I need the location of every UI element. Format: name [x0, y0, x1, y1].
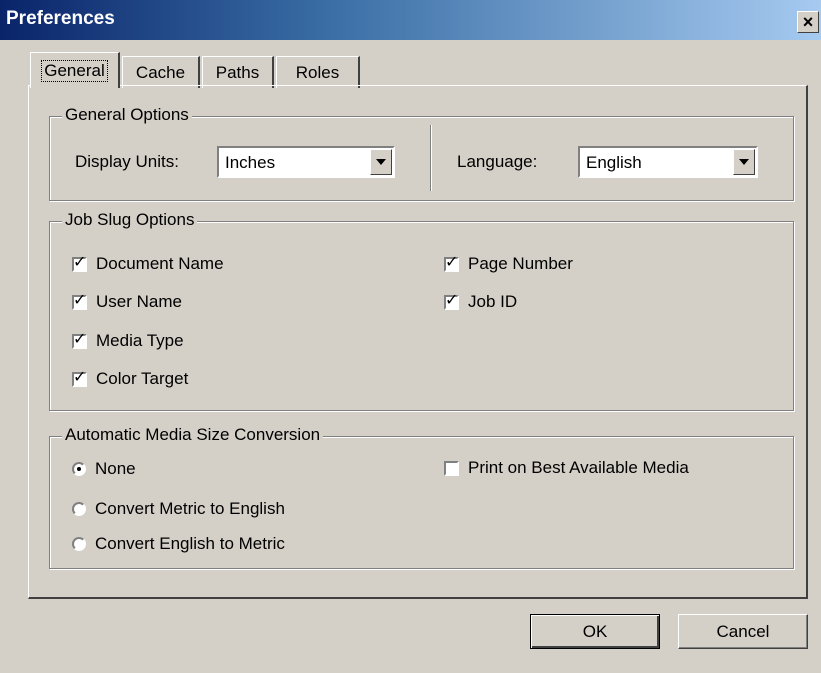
language-label: Language: — [457, 152, 538, 171]
close-icon: × — [802, 12, 814, 32]
display-units-select[interactable]: Inches — [217, 146, 395, 178]
checkbox-box: ✓ — [444, 291, 459, 310]
checkmark-icon: ✓ — [73, 253, 87, 271]
checkbox-job-id[interactable]: ✓ Job ID — [444, 292, 517, 312]
divider — [430, 125, 432, 191]
tab-panel-general: General Options Display Units: Inches La… — [28, 85, 808, 599]
radio-selected-dot — [77, 467, 81, 471]
media-size-conversion-group: Automatic Media Size Conversion None Con… — [49, 425, 794, 569]
radio-convert-metric-to-english[interactable]: Convert Metric to English — [72, 499, 285, 519]
dropdown-button[interactable] — [370, 149, 392, 175]
window-title: Preferences — [6, 8, 115, 29]
checkmark-icon: ✓ — [445, 291, 459, 309]
tab-label: Roles — [295, 62, 340, 82]
checkmark-icon: ✓ — [73, 368, 87, 386]
job-slug-options-group: Job Slug Options ✓ Document Name ✓ User … — [49, 210, 794, 411]
radio-label: Convert Metric to English — [95, 499, 285, 518]
tab-label: Paths — [215, 62, 260, 82]
tab-general[interactable]: General — [30, 52, 120, 88]
radio-label: Convert English to Metric — [95, 534, 285, 553]
title-bar: Preferences × — [0, 0, 821, 40]
chevron-down-icon — [739, 159, 749, 165]
cancel-button[interactable]: Cancel — [678, 614, 808, 649]
dropdown-button[interactable] — [733, 149, 755, 175]
checkbox-box: ✓ — [72, 253, 87, 272]
tab-label: Cache — [135, 62, 186, 82]
checkbox-box: ✓ — [72, 330, 87, 349]
checkbox-label: Document Name — [96, 254, 224, 273]
checkbox-label: Print on Best Available Media — [468, 458, 689, 477]
radio-button — [72, 462, 86, 476]
checkbox-document-name[interactable]: ✓ Document Name — [72, 254, 224, 274]
radio-button — [72, 502, 86, 516]
select-value: Inches — [225, 153, 276, 172]
checkbox-page-number[interactable]: ✓ Page Number — [444, 254, 573, 274]
radio-button — [72, 537, 86, 551]
checkbox-print-on-best-available-media[interactable]: Print on Best Available Media — [444, 458, 689, 478]
group-legend: Job Slug Options — [62, 210, 198, 230]
button-label: Cancel — [716, 621, 770, 641]
checkmark-icon: ✓ — [73, 330, 87, 348]
checkbox-user-name[interactable]: ✓ User Name — [72, 292, 182, 312]
checkbox-label: Media Type — [96, 331, 184, 350]
checkbox-label: User Name — [96, 292, 182, 311]
button-label: OK — [582, 621, 608, 641]
checkmark-icon: ✓ — [445, 253, 459, 271]
checkbox-color-target[interactable]: ✓ Color Target — [72, 369, 188, 389]
language-select[interactable]: English — [578, 146, 758, 178]
tab-roles[interactable]: Roles — [276, 56, 360, 88]
checkbox-box — [444, 460, 459, 476]
checkbox-label: Color Target — [96, 369, 189, 388]
checkbox-label: Page Number — [468, 254, 573, 273]
ok-button[interactable]: OK — [530, 614, 660, 649]
checkbox-box: ✓ — [444, 253, 459, 272]
radio-label: None — [95, 459, 136, 478]
radio-none[interactable]: None — [72, 459, 136, 479]
checkbox-box: ✓ — [72, 368, 87, 387]
close-button[interactable]: × — [797, 11, 819, 33]
tab-paths[interactable]: Paths — [202, 56, 274, 88]
group-legend: Automatic Media Size Conversion — [62, 425, 324, 445]
tab-label: General — [41, 59, 108, 82]
tab-cache[interactable]: Cache — [122, 56, 200, 88]
chevron-down-icon — [376, 159, 386, 165]
select-value: English — [586, 153, 642, 172]
radio-convert-english-to-metric[interactable]: Convert English to Metric — [72, 534, 285, 554]
checkbox-box: ✓ — [72, 291, 87, 310]
checkmark-icon: ✓ — [73, 291, 87, 309]
general-options-group: General Options Display Units: Inches La… — [49, 105, 794, 201]
checkbox-label: Job ID — [468, 292, 518, 311]
group-legend: General Options — [62, 105, 192, 125]
checkbox-media-type[interactable]: ✓ Media Type — [72, 331, 184, 351]
display-units-label: Display Units: — [75, 152, 179, 171]
